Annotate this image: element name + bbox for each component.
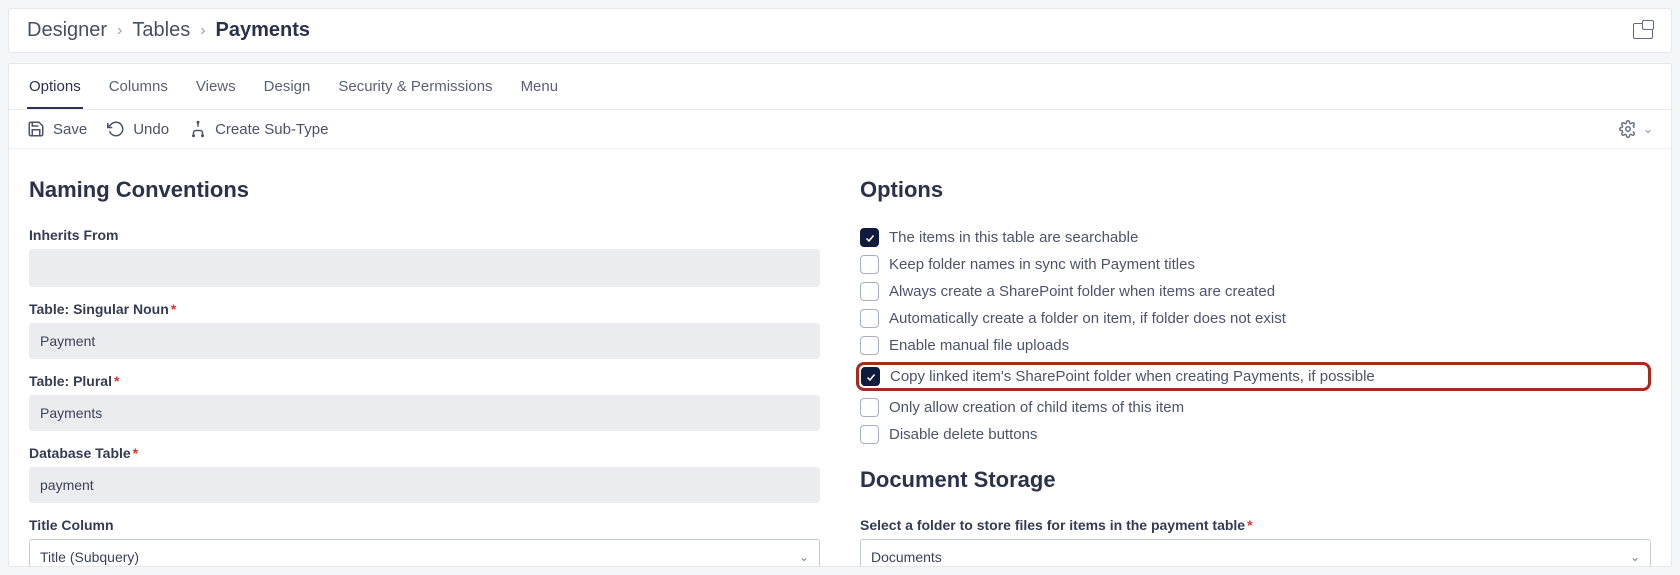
left-column: Naming Conventions Inherits From Table: … (29, 177, 820, 566)
inherits-input[interactable] (29, 249, 820, 287)
title-col-label: Title Column (29, 517, 820, 533)
options-heading: Options (860, 177, 1651, 203)
toolbar: Save Undo Create Sub-Type ⌄ (9, 110, 1671, 149)
chevron-down-icon: ⌄ (1643, 122, 1653, 136)
gear-icon (1619, 120, 1637, 138)
option-disable-delete[interactable]: Disable delete buttons (860, 424, 1651, 445)
chevron-right-icon: › (200, 22, 205, 40)
save-button[interactable]: Save (27, 120, 87, 138)
tab-columns[interactable]: Columns (107, 64, 170, 109)
breadcrumb-mid[interactable]: Tables (132, 19, 190, 42)
field-plural: Table: Plural* Payments (29, 373, 820, 431)
plural-label: Table: Plural* (29, 373, 820, 389)
singular-label: Table: Singular Noun* (29, 301, 820, 317)
option-label: Automatically create a folder on item, i… (889, 310, 1286, 327)
title-col-value: Title (Subquery) (40, 549, 139, 565)
tab-row: Options Columns Views Design Security & … (9, 64, 1671, 110)
breadcrumb: Designer › Tables › Payments (27, 19, 310, 42)
field-doc-folder: Select a folder to store files for items… (860, 517, 1651, 566)
main-panel: Options Columns Views Design Security & … (8, 63, 1672, 567)
doc-storage-heading: Document Storage (860, 467, 1651, 493)
singular-input[interactable]: Payment (29, 323, 820, 359)
options-list: The items in this table are searchable K… (860, 227, 1651, 445)
naming-heading: Naming Conventions (29, 177, 820, 203)
undo-label: Undo (133, 121, 169, 138)
chevron-down-icon: ⌄ (799, 550, 809, 564)
content-scroll[interactable]: Naming Conventions Inherits From Table: … (9, 149, 1671, 566)
plural-input[interactable]: Payments (29, 395, 820, 431)
tab-design[interactable]: Design (262, 64, 313, 109)
option-copy-linked[interactable]: Copy linked item's SharePoint folder whe… (861, 367, 1375, 386)
breadcrumb-bar: Designer › Tables › Payments (8, 8, 1672, 53)
tab-options[interactable]: Options (27, 64, 83, 109)
checkbox-empty-icon (860, 309, 879, 328)
option-label: Enable manual file uploads (889, 337, 1069, 354)
option-manual-uploads[interactable]: Enable manual file uploads (860, 335, 1651, 356)
checkbox-empty-icon (860, 425, 879, 444)
create-subtype-label: Create Sub-Type (215, 121, 328, 138)
checkbox-empty-icon (860, 255, 879, 274)
field-title-column: Title Column Title (Subquery) ⌄ (29, 517, 820, 566)
undo-icon (107, 120, 125, 138)
right-column: Options The items in this table are sear… (860, 177, 1651, 566)
option-label: Only allow creation of child items of th… (889, 399, 1184, 416)
tab-menu[interactable]: Menu (519, 64, 561, 109)
db-input[interactable]: payment (29, 467, 820, 503)
option-copy-linked-highlight: Copy linked item's SharePoint folder whe… (856, 362, 1651, 391)
option-label: Keep folder names in sync with Payment t… (889, 256, 1195, 273)
settings-dropdown[interactable]: ⌄ (1619, 120, 1653, 138)
save-icon (27, 120, 45, 138)
doc-folder-label: Select a folder to store files for items… (860, 517, 1651, 533)
inherits-label: Inherits From (29, 227, 820, 243)
option-searchable[interactable]: The items in this table are searchable (860, 227, 1651, 248)
field-singular: Table: Singular Noun* Payment (29, 301, 820, 359)
option-always-create-folder[interactable]: Always create a SharePoint folder when i… (860, 281, 1651, 302)
breadcrumb-current: Payments (216, 19, 311, 42)
chevron-right-icon: › (117, 22, 122, 40)
checkbox-checked-icon (860, 228, 879, 247)
field-db: Database Table* payment (29, 445, 820, 503)
chevron-down-icon: ⌄ (1630, 550, 1640, 564)
window-layout-icon[interactable] (1633, 23, 1653, 39)
option-sync-folders[interactable]: Keep folder names in sync with Payment t… (860, 254, 1651, 275)
option-label: Disable delete buttons (889, 426, 1037, 443)
option-label: The items in this table are searchable (889, 229, 1138, 246)
option-child-only[interactable]: Only allow creation of child items of th… (860, 397, 1651, 418)
option-label: Copy linked item's SharePoint folder whe… (890, 368, 1375, 385)
undo-button[interactable]: Undo (107, 120, 169, 138)
create-subtype-button[interactable]: Create Sub-Type (189, 120, 328, 138)
tab-views[interactable]: Views (194, 64, 238, 109)
field-inherits: Inherits From (29, 227, 820, 287)
branch-icon (189, 120, 207, 138)
doc-folder-select[interactable]: Documents ⌄ (860, 539, 1651, 566)
option-auto-create-folder[interactable]: Automatically create a folder on item, i… (860, 308, 1651, 329)
checkbox-empty-icon (860, 336, 879, 355)
title-col-select[interactable]: Title (Subquery) ⌄ (29, 539, 820, 566)
option-label: Always create a SharePoint folder when i… (889, 283, 1275, 300)
db-label: Database Table* (29, 445, 820, 461)
checkbox-empty-icon (860, 282, 879, 301)
save-label: Save (53, 121, 87, 138)
checkbox-empty-icon (860, 398, 879, 417)
breadcrumb-root[interactable]: Designer (27, 19, 107, 42)
tab-security[interactable]: Security & Permissions (336, 64, 494, 109)
doc-folder-value: Documents (871, 549, 942, 565)
checkbox-checked-icon (861, 367, 880, 386)
